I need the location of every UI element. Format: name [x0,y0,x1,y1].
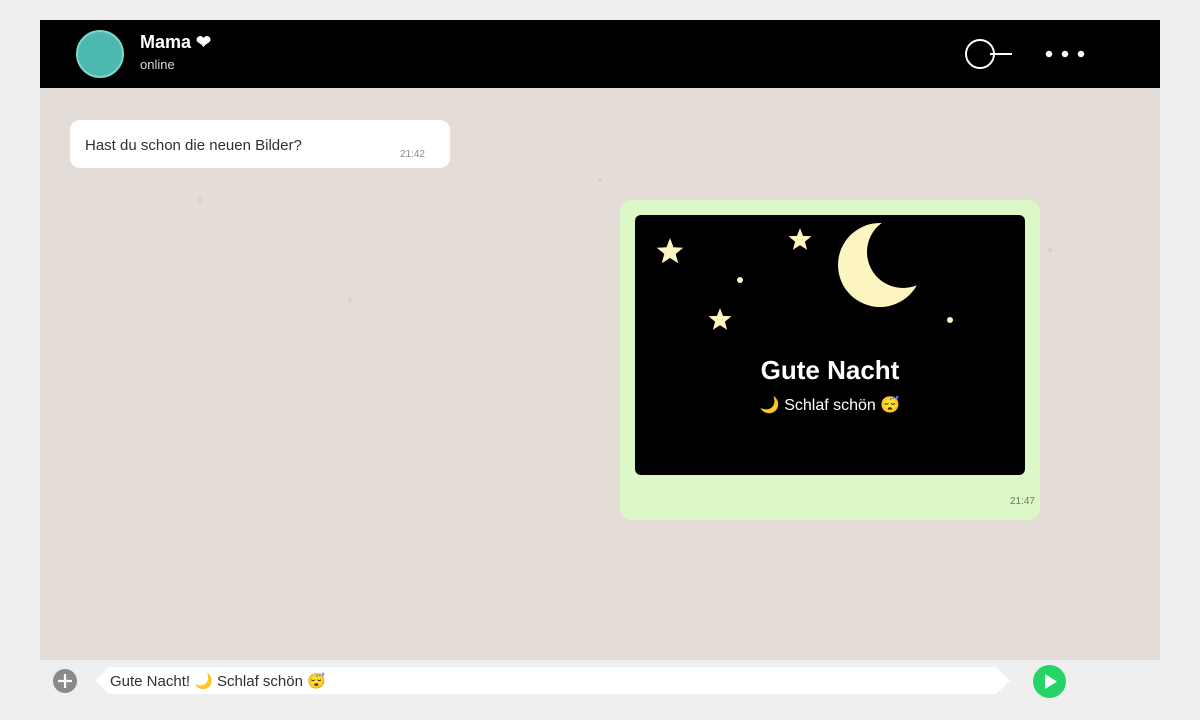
star-dot [737,277,743,283]
image-attachment[interactable]: Gute Nacht 🌙 Schlaf schön 😴 [635,215,1025,475]
night-sky-illustration [656,216,953,330]
wallpaper-dot [348,298,352,302]
search-icon[interactable] [962,36,1014,72]
send-icon [1033,665,1066,698]
contact-status: online [140,57,175,72]
image-title: Gute Nacht [760,355,900,385]
message-input-bar: Gute Nacht! 🌙 Schlaf schön 😴 [40,660,1160,700]
wallpaper-dot [598,178,602,182]
wallpaper-dot [198,198,202,202]
message-time: 21:47 [1009,496,1035,507]
image-subtitle: 🌙 Schlaf schön 😴 [759,397,901,414]
plus-icon [53,669,77,693]
message-list[interactable]: Hast du schon die neuen Bilder? 21:42 Gu… [40,88,1160,660]
attach-plus-button[interactable] [52,668,78,694]
star-icon [788,228,812,250]
outgoing-image-message[interactable]: Gute Nacht 🌙 Schlaf schön 😴 21:47 [620,200,1040,520]
star-dot [947,317,953,323]
chat-window: Mama ❤ online Hast du schon die neuen Bi… [40,20,1160,700]
message-text: Hast du schon die neuen Bilder? [85,137,302,154]
incoming-message[interactable]: Hast du schon die neuen Bilder? 21:42 [70,120,450,168]
star-icon [708,308,732,330]
send-button[interactable] [1033,665,1066,698]
chat-header: Mama ❤ online [40,20,1160,88]
wallpaper-dot [1048,248,1052,252]
contact-name[interactable]: Mama ❤ [140,32,211,53]
more-icon[interactable] [1040,42,1090,66]
avatar[interactable] [76,30,124,78]
message-input[interactable]: Gute Nacht! 🌙 Schlaf schön 😴 [95,667,1010,694]
message-time: 21:42 [399,149,425,160]
star-icon [656,238,684,264]
input-text[interactable]: Gute Nacht! 🌙 Schlaf schön 😴 [110,672,326,690]
